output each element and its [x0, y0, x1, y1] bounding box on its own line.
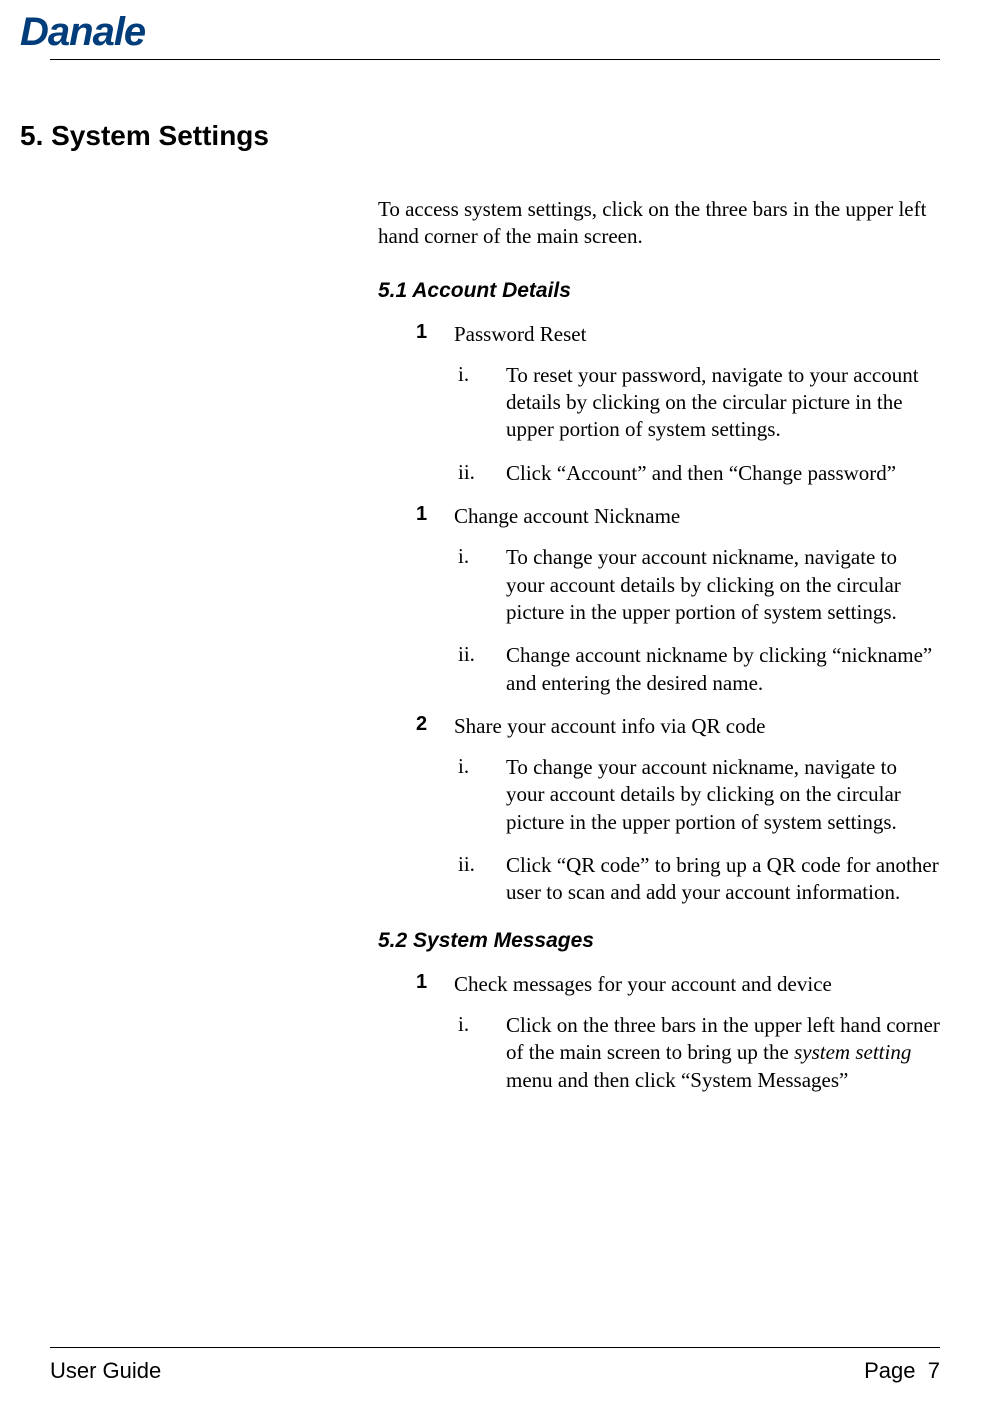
roman-numeral: ii.: [458, 642, 506, 697]
logo: Danale: [20, 10, 990, 55]
item-number: 1: [416, 503, 454, 530]
intro-text: To access system settings, click on the …: [378, 196, 940, 251]
footer-right: Page 7: [864, 1358, 940, 1384]
item-number: 2: [416, 713, 454, 740]
list-subitem: i. To change your account nickname, navi…: [458, 544, 940, 626]
roman-numeral: ii.: [458, 460, 506, 487]
roman-numeral: i.: [458, 1012, 506, 1094]
roman-numeral: i.: [458, 754, 506, 836]
item-number: 1: [416, 321, 454, 348]
subsection-5-1: 5.1 Account Details: [378, 279, 940, 303]
list-subitem: ii. Change account nickname by clicking …: [458, 642, 940, 697]
body-block: To access system settings, click on the …: [378, 196, 940, 1094]
list-subitem: i. Click on the three bars in the upper …: [458, 1012, 940, 1094]
step-text: Click on the three bars in the upper lef…: [506, 1012, 940, 1094]
subsection-5-2: 5.2 System Messages: [378, 929, 940, 953]
list-item: 1 Password Reset: [416, 321, 940, 348]
item-title: Password Reset: [454, 321, 586, 348]
footer-left: User Guide: [50, 1358, 161, 1384]
list-item: 1 Check messages for your account and de…: [416, 971, 940, 998]
step-text: To change your account nickname, navigat…: [506, 544, 940, 626]
header: Danale: [0, 0, 990, 55]
item-title: Change account Nickname: [454, 503, 680, 530]
list-subitem: ii. Click “Account” and then “Change pas…: [458, 460, 940, 487]
footer: User Guide Page 7: [50, 1358, 940, 1384]
divider-bottom: [50, 1347, 940, 1348]
content: 5. System Settings To access system sett…: [0, 60, 990, 1094]
step-text: Change account nickname by clicking “nic…: [506, 642, 940, 697]
item-title: Check messages for your account and devi…: [454, 971, 832, 998]
section-title: 5. System Settings: [20, 120, 940, 152]
list-subitem: i. To reset your password, navigate to y…: [458, 362, 940, 444]
roman-numeral: ii.: [458, 852, 506, 907]
list-subitem: i. To change your account nickname, navi…: [458, 754, 940, 836]
item-title: Share your account info via QR code: [454, 713, 765, 740]
roman-numeral: i.: [458, 544, 506, 626]
roman-numeral: i.: [458, 362, 506, 444]
list-subitem: ii. Click “QR code” to bring up a QR cod…: [458, 852, 940, 907]
step-text: To reset your password, navigate to your…: [506, 362, 940, 444]
list-item: 1 Change account Nickname: [416, 503, 940, 530]
list-item: 2 Share your account info via QR code: [416, 713, 940, 740]
step-text: Click “Account” and then “Change passwor…: [506, 460, 896, 487]
step-text: To change your account nickname, navigat…: [506, 754, 940, 836]
item-number: 1: [416, 971, 454, 998]
step-text: Click “QR code” to bring up a QR code fo…: [506, 852, 940, 907]
